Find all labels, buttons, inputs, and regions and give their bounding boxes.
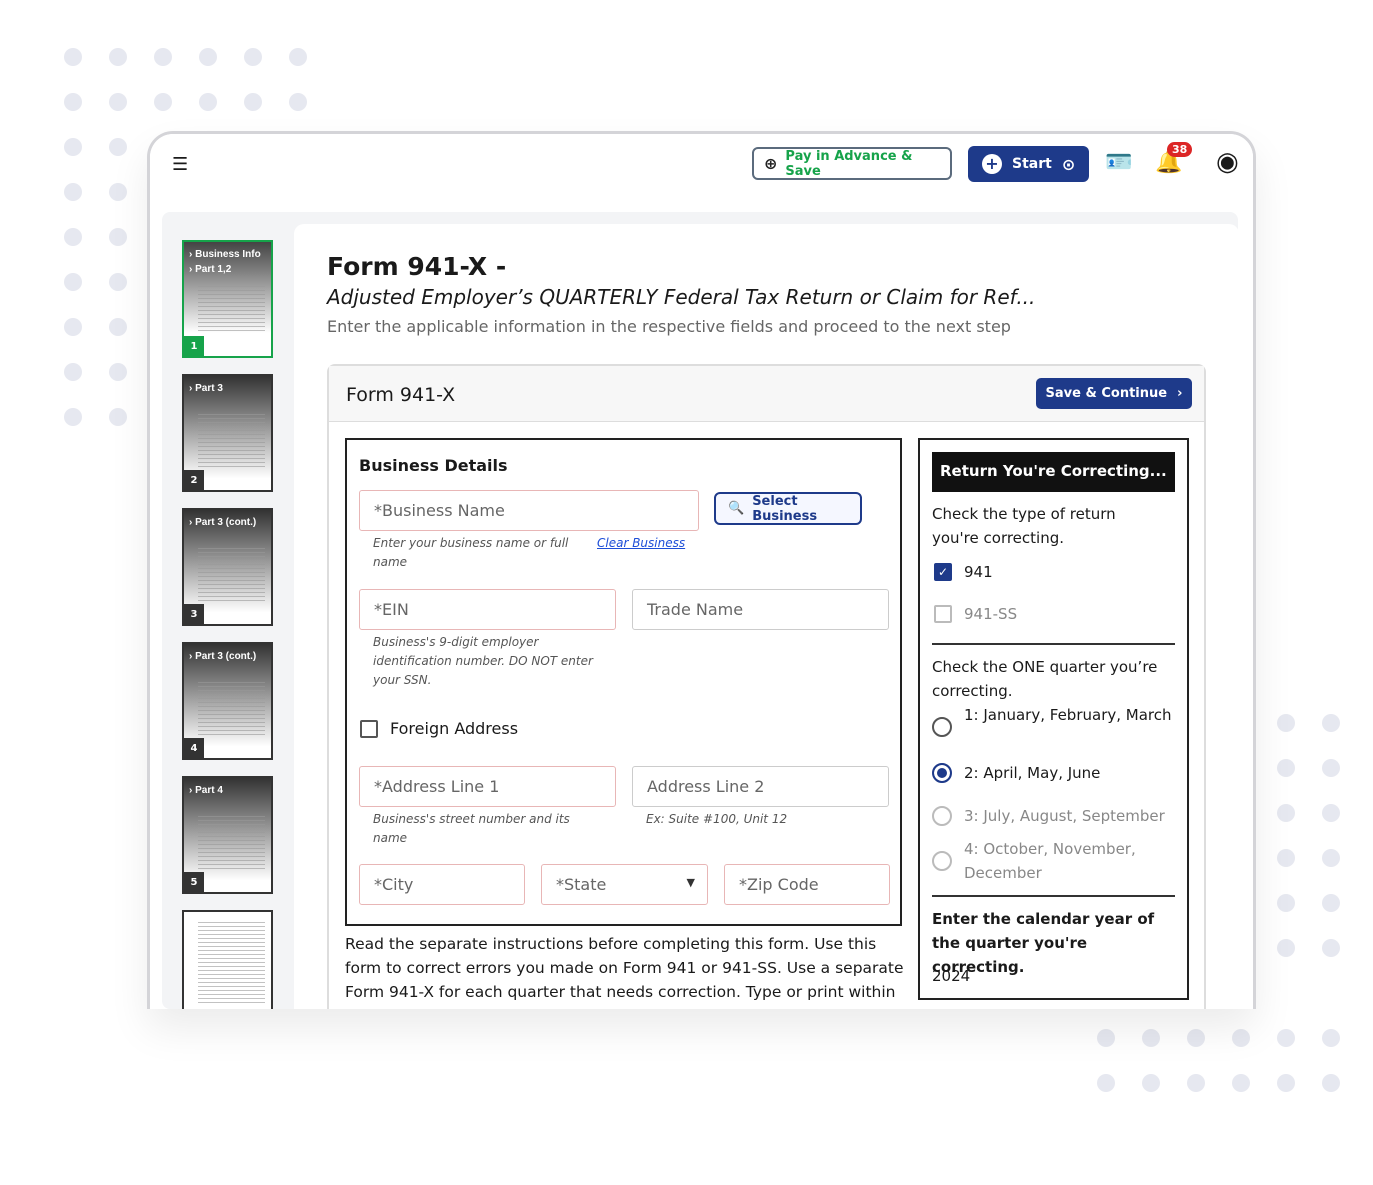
state-select[interactable]: *State ▼ (541, 864, 708, 905)
city-input[interactable]: *City (359, 864, 525, 905)
page-subtitle: Adjusted Employer’s QUARTERLY Federal Ta… (327, 285, 1036, 309)
quarter-2-radio[interactable]: 2: April, May, June (932, 761, 1177, 785)
radio-icon (932, 717, 952, 737)
ein-help: Business's 9-digit employer identificati… (373, 635, 593, 687)
radio-icon (932, 806, 952, 826)
address-line-1-input[interactable]: *Address Line 1 (359, 766, 616, 807)
thumbnail-page-6[interactable] (182, 910, 273, 1009)
thumbnail-page-4[interactable]: › Part 3 (cont.) 4 (182, 642, 273, 760)
ein-input[interactable]: *EIN (359, 589, 616, 630)
business-name-input[interactable]: *Business Name (359, 490, 699, 531)
quarter-3-radio[interactable]: 3: July, August, September (932, 804, 1177, 828)
menu-toggle-icon[interactable]: ☰ (172, 154, 188, 175)
top-bar: ☰ ⊕ Pay in Advance & Save + Start ⊙ 🪪 🔔 38 … (150, 134, 1253, 196)
section-heading: Business Details (359, 456, 508, 475)
section-heading: Return You're Correcting... (932, 452, 1175, 492)
checkbox-checked-icon: ✓ (934, 563, 952, 581)
panel-header: Form 941-X Save & Continue › (329, 366, 1204, 422)
notification-badge: 38 (1167, 142, 1193, 157)
thumbnail-page-1[interactable]: › Business Info › Part 1,2 1 (182, 240, 273, 358)
business-details-section: Business Details *Business Name 🔍 Select … (345, 438, 902, 926)
business-name-help: Enter your business name or full name (373, 536, 569, 569)
plus-icon: + (982, 154, 1002, 174)
zip-code-input[interactable]: *Zip Code (724, 864, 890, 905)
type-941ss-checkbox[interactable]: 941-SS (932, 602, 1177, 626)
year-value[interactable]: 2024 (932, 964, 970, 988)
decor-dots (1277, 714, 1340, 957)
instructions-text: Read the separate instructions before co… (345, 935, 904, 1009)
address-line-2-input[interactable]: Address Line 2 (632, 766, 889, 807)
page-hint: Enter the applicable information in the … (327, 317, 1011, 336)
foreign-address-checkbox[interactable]: Foreign Address (360, 719, 518, 738)
decor-dots (64, 138, 127, 426)
clear-business-link[interactable]: Clear Business (597, 534, 685, 553)
chevron-right-icon: › (1177, 386, 1183, 401)
type-prompt: Check the type of return you're correcti… (932, 505, 1116, 547)
pay-in-advance-button[interactable]: ⊕ Pay in Advance & Save (752, 147, 952, 180)
type-941-checkbox[interactable]: ✓ 941 (932, 560, 1177, 584)
main-content: Form 941-X - Adjusted Employer’s QUARTER… (294, 224, 1239, 1009)
quarter-1-radio[interactable]: 1: January, February, March (932, 703, 1177, 737)
checkbox-icon (360, 719, 378, 738)
save-continue-button[interactable]: Save & Continue › (1036, 378, 1192, 409)
quarter-4-radio[interactable]: 4: October, November, December (932, 837, 1177, 885)
address-2-help: Ex: Suite #100, Unit 12 (646, 812, 788, 826)
content-shell: › Business Info › Part 1,2 1 › Part 32 › P… (162, 212, 1239, 1009)
start-button[interactable]: + Start ⊙ (968, 146, 1089, 182)
quarter-prompt: Check the ONE quarter you’re correcting. (932, 658, 1158, 700)
user-avatar-icon[interactable]: ◉ (1216, 147, 1239, 177)
decor-dots (64, 48, 307, 111)
page-thumbnails: › Business Info › Part 1,2 1 › Part 32 › P… (182, 240, 273, 1009)
search-document-icon: 🔍 (728, 501, 745, 516)
plus-circle-icon: ⊕ (764, 154, 778, 173)
panel-title: Form 941-X (346, 384, 456, 406)
address-1-help: Business's street number and its name (373, 812, 570, 845)
radio-selected-icon (932, 763, 952, 783)
thumbnail-label-2: Part 1,2 (195, 264, 232, 275)
checkbox-icon (934, 605, 952, 623)
select-business-button[interactable]: 🔍 Select Business (714, 492, 862, 525)
thumbnail-page-5[interactable]: › Part 45 (182, 776, 273, 894)
thumbnail-page-2[interactable]: › Part 32 (182, 374, 273, 492)
chevron-down-circle-icon: ⊙ (1061, 154, 1076, 174)
id-card-icon[interactable]: 🪪 (1105, 150, 1132, 175)
radio-icon (932, 851, 952, 871)
caret-down-icon: ▼ (686, 876, 695, 889)
app-window: ☰ ⊕ Pay in Advance & Save + Start ⊙ 🪪 🔔 38 … (147, 131, 1256, 1009)
chevron-right-icon: › (189, 249, 193, 260)
thumbnail-page-3[interactable]: › Part 3 (cont.) 3 (182, 508, 273, 626)
return-correcting-section: Return You're Correcting... Check the ty… (918, 438, 1189, 1000)
form-panel: Form 941-X Save & Continue › Business Det… (327, 364, 1206, 1009)
trade-name-input[interactable]: Trade Name (632, 589, 889, 630)
chevron-right-icon: › (189, 264, 193, 275)
page-title: Form 941-X - (327, 252, 507, 281)
decor-dots (1097, 1029, 1340, 1092)
